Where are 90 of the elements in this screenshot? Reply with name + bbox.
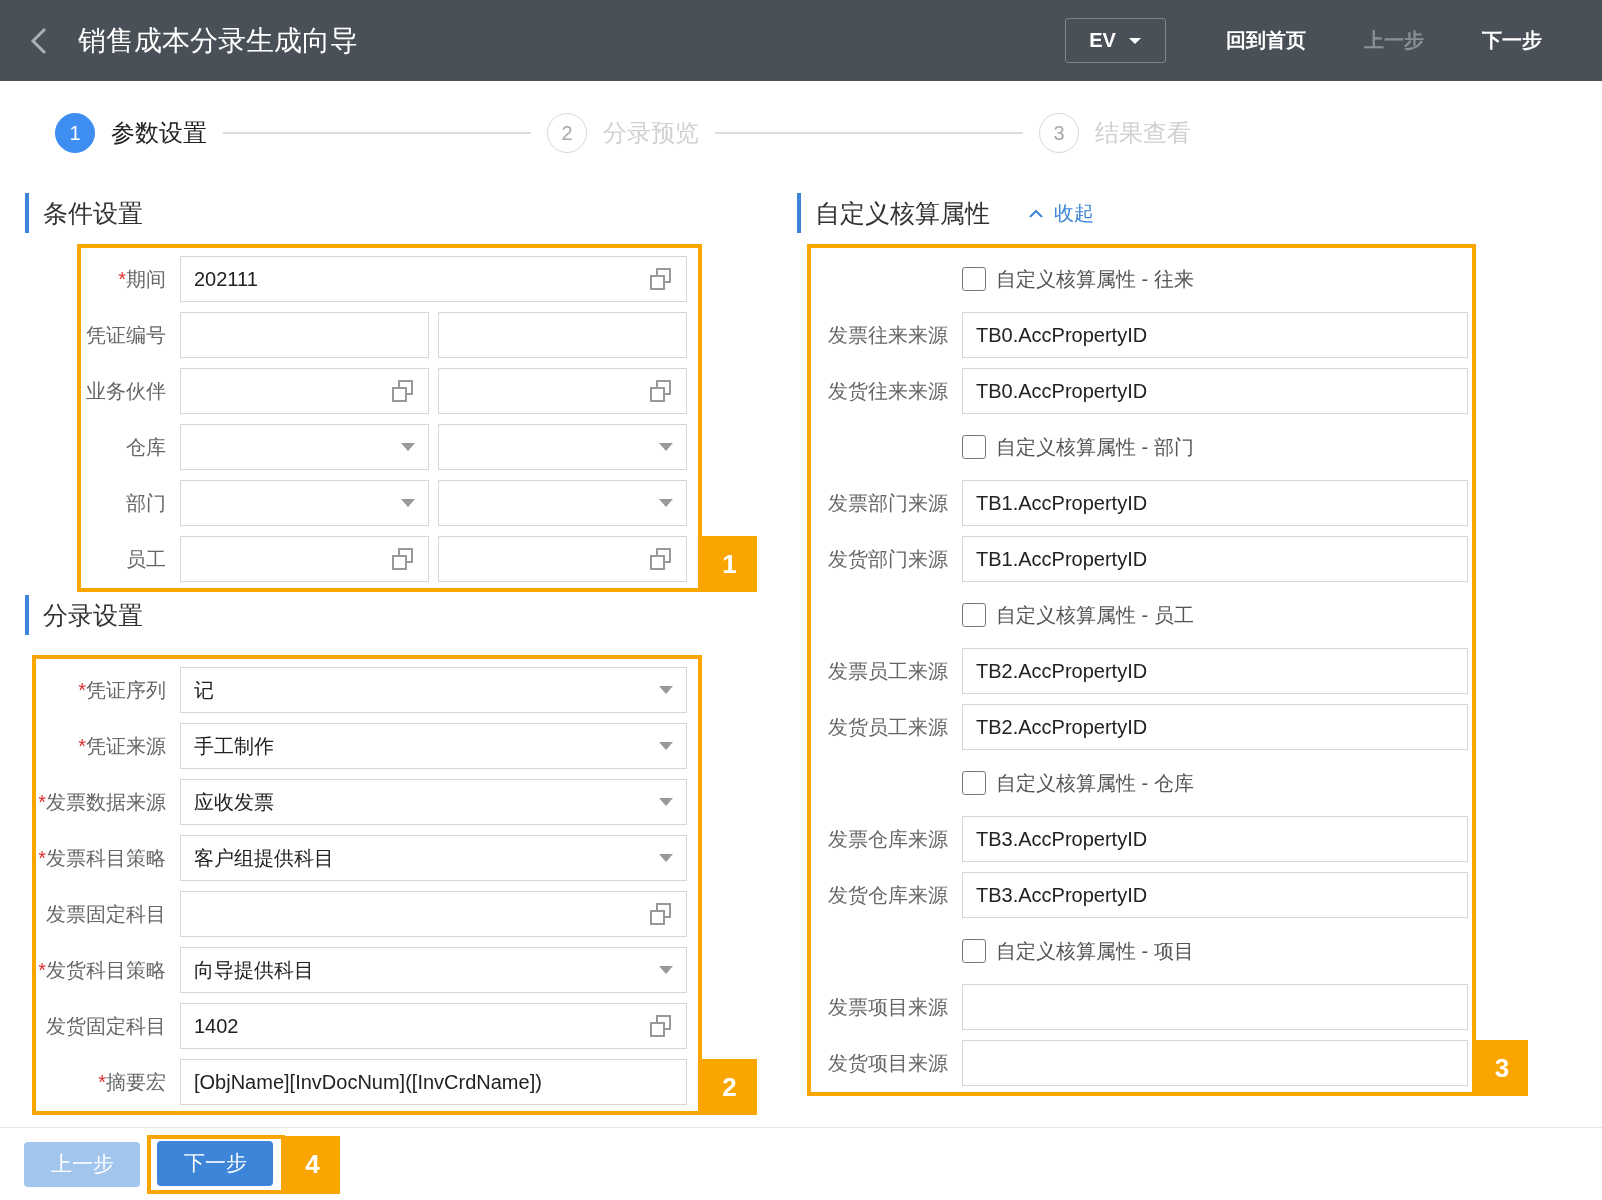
back-icon[interactable]	[30, 26, 48, 55]
checkbox[interactable]: 自定义核算属性 - 员工	[962, 601, 1194, 629]
callout-number: 3	[1476, 1040, 1528, 1096]
lookup-icon[interactable]	[391, 547, 415, 571]
input-field[interactable]: TB1.AccPropertyID	[962, 536, 1468, 582]
checkbox[interactable]: 自定义核算属性 - 项目	[962, 937, 1194, 965]
field-label: 发货往来来源	[827, 378, 949, 404]
next-button[interactable]: 下一步	[157, 1140, 273, 1186]
caret-icon[interactable]	[659, 798, 673, 806]
input-field[interactable]: 1402	[180, 1003, 687, 1049]
field-label: 发票固定科目	[45, 901, 167, 927]
field-label: *发票数据来源	[37, 789, 167, 815]
input-field[interactable]: 手工制作	[180, 723, 687, 769]
lookup-icon[interactable]	[649, 547, 673, 571]
input-field[interactable]	[438, 424, 687, 470]
field-label: 发票部门来源	[827, 490, 949, 516]
field-label: 发票项目来源	[827, 994, 949, 1020]
input-field[interactable]: TB3.AccPropertyID	[962, 816, 1468, 862]
caret-icon[interactable]	[659, 742, 673, 750]
input-field[interactable]	[962, 1040, 1468, 1086]
input-field[interactable]: 向导提供科目	[180, 947, 687, 993]
collapse-link[interactable]: 收起	[1028, 199, 1094, 227]
checkbox[interactable]: 自定义核算属性 - 往来	[962, 265, 1194, 293]
field-label: 发票往来来源	[827, 322, 949, 348]
field-label: *发货科目策略	[37, 957, 167, 983]
input-field[interactable]: TB2.AccPropertyID	[962, 704, 1468, 750]
field-label: *期间	[117, 266, 167, 292]
field-label: *发票科目策略	[37, 845, 167, 871]
input-field[interactable]	[180, 312, 429, 358]
lookup-icon[interactable]	[649, 1014, 673, 1038]
input-field[interactable]	[962, 984, 1468, 1030]
caret-icon[interactable]	[401, 443, 415, 451]
input-field[interactable]	[438, 368, 687, 414]
input-field[interactable]	[438, 536, 687, 582]
input-field[interactable]: TB3.AccPropertyID	[962, 872, 1468, 918]
lookup-icon[interactable]	[649, 379, 673, 403]
field-label: *凭证来源	[77, 733, 167, 759]
caret-icon[interactable]	[659, 443, 673, 451]
field-label: 员工	[125, 546, 167, 572]
nav-button[interactable]: 下一步	[1462, 27, 1562, 54]
input-field[interactable]: 客户组提供科目	[180, 835, 687, 881]
lookup-icon[interactable]	[649, 267, 673, 291]
chevron-up-icon	[1028, 208, 1044, 218]
input-field[interactable]	[180, 536, 429, 582]
input-field[interactable]: TB2.AccPropertyID	[962, 648, 1468, 694]
input-field[interactable]	[180, 424, 429, 470]
lookup-icon[interactable]	[649, 902, 673, 926]
input-field[interactable]: 记	[180, 667, 687, 713]
input-field[interactable]: TB0.AccPropertyID	[962, 312, 1468, 358]
callout-number: 2	[702, 1059, 757, 1115]
field-label: *摘要宏	[97, 1069, 167, 1095]
input-field[interactable]: 202111	[180, 256, 687, 302]
callout-number: 1	[702, 536, 757, 592]
field-label: 发货项目来源	[827, 1050, 949, 1076]
field-label: 发货固定科目	[45, 1013, 167, 1039]
field-label: 发货仓库来源	[827, 882, 949, 908]
input-field[interactable]	[180, 480, 429, 526]
lookup-icon[interactable]	[391, 379, 415, 403]
window-title: 销售成本分录生成向导	[78, 23, 358, 58]
input-field[interactable]: TB1.AccPropertyID	[962, 480, 1468, 526]
caret-icon[interactable]	[659, 854, 673, 862]
field-label: 发货部门来源	[827, 546, 949, 572]
input-field[interactable]	[438, 312, 687, 358]
input-field[interactable]: [ObjName][InvDocNum]([InvCrdName])	[180, 1059, 687, 1105]
caret-icon[interactable]	[659, 686, 673, 694]
input-field[interactable]	[180, 368, 429, 414]
field-label: 发票员工来源	[827, 658, 949, 684]
input-field[interactable]	[438, 480, 687, 526]
caret-icon	[1127, 36, 1142, 45]
input-field[interactable]: TB0.AccPropertyID	[962, 368, 1468, 414]
nav-button[interactable]: 回到首页	[1206, 27, 1326, 54]
callout-number: 4	[285, 1135, 340, 1194]
field-label: 仓库	[125, 434, 167, 460]
caret-icon[interactable]	[401, 499, 415, 507]
field-label: *凭证序列	[77, 677, 167, 703]
input-field[interactable]: 应收发票	[180, 779, 687, 825]
field-label: 凭证编号	[85, 322, 167, 348]
input-field[interactable]	[180, 891, 687, 937]
section-title: 分录设置	[43, 599, 143, 631]
section-title: 条件设置	[43, 197, 143, 229]
caret-icon[interactable]	[659, 966, 673, 974]
field-label: 部门	[125, 490, 167, 516]
section-title: 自定义核算属性	[815, 197, 990, 229]
field-label: 发货员工来源	[827, 714, 949, 740]
checkbox[interactable]: 自定义核算属性 - 仓库	[962, 769, 1194, 797]
caret-icon[interactable]	[659, 499, 673, 507]
field-label: 业务伙伴	[85, 378, 167, 404]
org-dropdown[interactable]: EV	[1065, 18, 1166, 63]
field-label: 发票仓库来源	[827, 826, 949, 852]
checkbox[interactable]: 自定义核算属性 - 部门	[962, 433, 1194, 461]
